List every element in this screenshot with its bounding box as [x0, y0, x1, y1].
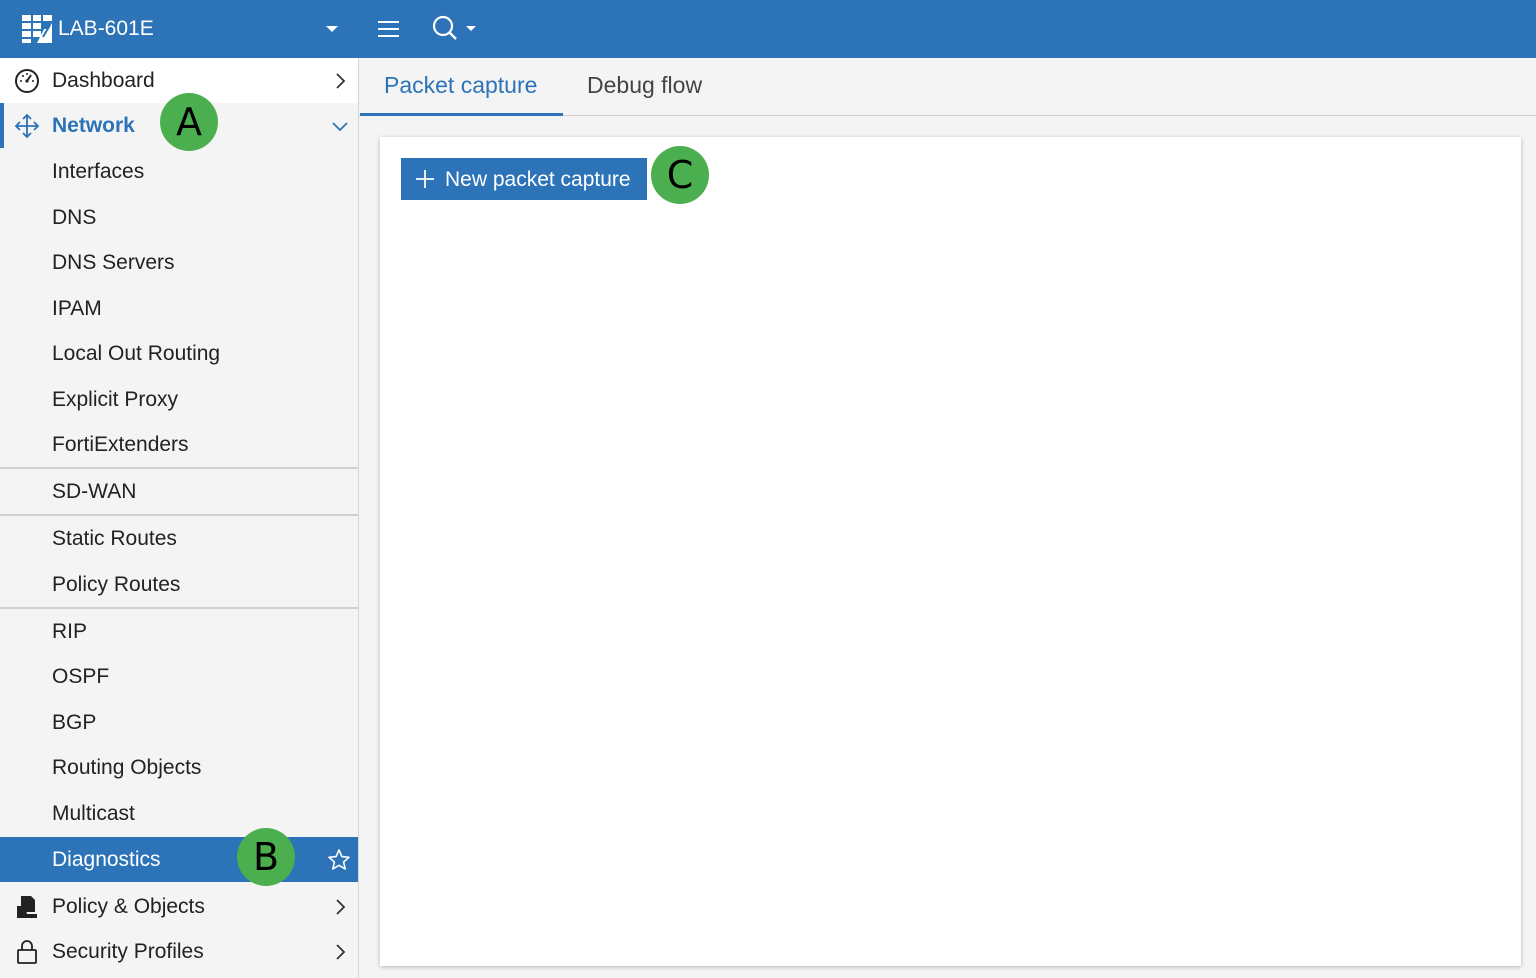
annotation-badge-a: A [160, 93, 218, 151]
sidebar-item-ospf[interactable]: OSPF [0, 654, 358, 699]
device-name: LAB-601E [58, 17, 154, 40]
sidebar-item-fortiextenders[interactable]: FortiExtenders [0, 422, 358, 467]
lock-icon [17, 940, 37, 964]
sidebar-item-label: Security Profiles [52, 940, 204, 963]
sidebar-item-label: BGP [52, 711, 97, 734]
policy-document-icon [17, 896, 37, 918]
fortigate-logo-icon [22, 15, 52, 43]
sidebar-item-label: DNS [52, 206, 97, 229]
chevron-right-icon [336, 899, 346, 915]
content-card: New packet capture [380, 137, 1521, 966]
sidebar-item-rip[interactable]: RIP [0, 609, 358, 654]
sidebar-item-policy-routes[interactable]: Policy Routes [0, 562, 358, 607]
chevron-right-icon [336, 73, 346, 89]
sidebar-item-label: IPAM [52, 297, 102, 320]
sidebar-item-label: SD-WAN [52, 480, 137, 503]
dashboard-gauge-icon [15, 69, 39, 93]
sidebar-item-policy-objects[interactable]: Policy & Objects [0, 884, 358, 929]
sidebar-item-routing-objects[interactable]: Routing Objects [0, 745, 358, 790]
caret-down-icon[interactable] [323, 20, 341, 38]
tab-packet-capture[interactable]: Packet capture [384, 72, 537, 99]
sidebar-item-static-routes[interactable]: Static Routes [0, 516, 358, 561]
active-tab-indicator [360, 113, 563, 116]
sidebar-item-label: Network [52, 114, 135, 137]
hamburger-menu-icon[interactable] [372, 14, 406, 44]
sidebar-item-dns-servers[interactable]: DNS Servers [0, 240, 358, 285]
sidebar-item-bgp[interactable]: BGP [0, 700, 358, 745]
sidebar-item-label: Interfaces [52, 160, 145, 183]
sidebar-item-label: Multicast [52, 802, 135, 825]
sidebar-item-dns[interactable]: DNS [0, 195, 358, 240]
annotation-badge-c: C [651, 146, 709, 204]
sidebar-item-multicast[interactable]: Multicast [0, 791, 358, 836]
sidebar-item-label: Policy Routes [52, 573, 181, 596]
sidebar-item-label: Explicit Proxy [52, 388, 179, 411]
sidebar-item-label: Routing Objects [52, 756, 202, 779]
sidebar-item-ipam[interactable]: IPAM [0, 286, 358, 331]
tab-bar: Packet capture Debug flow [359, 58, 1536, 116]
sidebar: Dashboard Network Interfaces DNS DNS Ser… [0, 58, 359, 978]
new-packet-capture-button[interactable]: New packet capture [401, 158, 647, 200]
sidebar-item-explicit-proxy[interactable]: Explicit Proxy [0, 377, 358, 422]
sidebar-item-security-profiles[interactable]: Security Profiles [0, 929, 358, 974]
sidebar-item-label: OSPF [52, 665, 110, 688]
plus-icon [416, 170, 434, 188]
network-arrows-icon [14, 113, 40, 139]
chevron-right-icon [336, 944, 346, 960]
button-label: New packet capture [445, 168, 631, 191]
sidebar-item-sd-wan[interactable]: SD-WAN [0, 469, 358, 514]
main-content: Packet capture Debug flow New packet cap… [359, 58, 1536, 978]
sidebar-item-interfaces[interactable]: Interfaces [0, 149, 358, 194]
sidebar-item-label: Local Out Routing [52, 342, 221, 365]
sidebar-item-label: Diagnostics [52, 848, 161, 871]
sidebar-item-label: Dashboard [52, 69, 155, 92]
sidebar-item-label: DNS Servers [52, 251, 175, 274]
sidebar-item-label: FortiExtenders [52, 433, 189, 456]
sidebar-item-diagnostics[interactable]: Diagnostics [0, 837, 358, 882]
top-bar: LAB-601E [0, 0, 1536, 58]
sidebar-item-label: Policy & Objects [52, 895, 205, 918]
sidebar-item-label: RIP [52, 620, 88, 643]
chevron-down-icon [332, 122, 348, 132]
tab-debug-flow[interactable]: Debug flow [587, 72, 702, 99]
sidebar-item-local-out-routing[interactable]: Local Out Routing [0, 331, 358, 376]
sidebar-item-label: Static Routes [52, 527, 177, 550]
search-icon[interactable] [428, 12, 484, 46]
annotation-badge-b: B [237, 828, 295, 886]
star-favorite-icon[interactable] [327, 848, 351, 872]
